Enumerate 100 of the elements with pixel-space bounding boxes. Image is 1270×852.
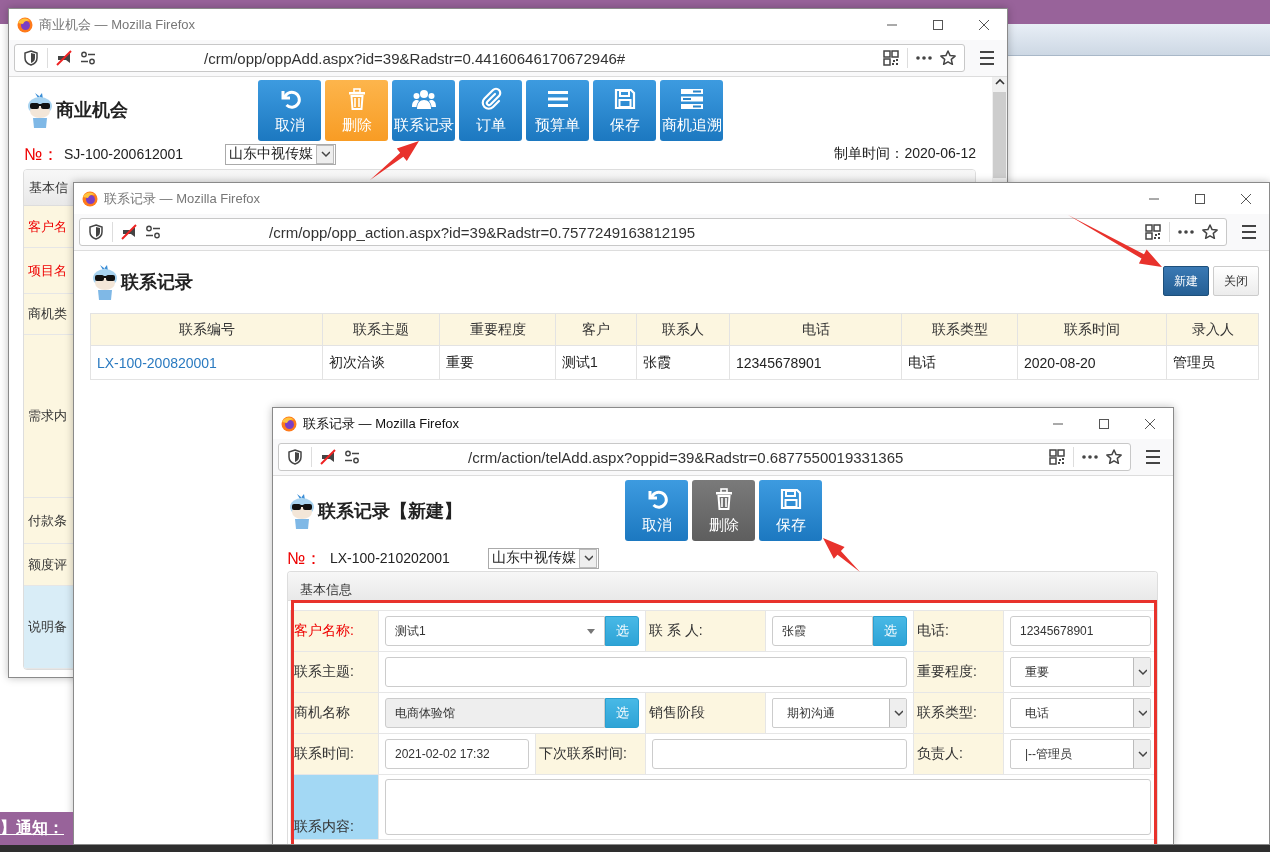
window-title: 商业机会 — Mozilla Firefox <box>39 15 197 34</box>
field-label: 额度评 <box>24 544 73 585</box>
field-label: 商机名称 <box>290 692 379 734</box>
table-cell: 初次洽谈 <box>322 345 440 380</box>
mascot-icon <box>287 492 317 530</box>
menu-icon[interactable] <box>1241 224 1257 240</box>
shield-icon <box>23 50 39 66</box>
close-icon[interactable] <box>1240 192 1252 205</box>
record-number: LX-100-210202001 <box>330 550 451 566</box>
text-field: 电商体验馆 <box>385 698 605 728</box>
close-icon[interactable] <box>1144 417 1156 430</box>
toolbar-button[interactable]: 保存 <box>593 80 656 141</box>
bookmark-star-icon[interactable] <box>1106 449 1122 465</box>
mascot-icon <box>25 91 55 129</box>
table-cell: 重要 <box>439 345 556 380</box>
menu-icon[interactable] <box>979 50 995 66</box>
scrollbar-thumb[interactable] <box>993 92 1006 178</box>
record-number: SJ-100-200612001 <box>64 146 185 162</box>
address-bar[interactable]: /crm/opp/opp_action.aspx?id=39&Radstr=0.7577249163812195 <box>79 218 1227 246</box>
blocked-media-icon <box>121 224 137 240</box>
close-icon[interactable] <box>978 18 990 31</box>
toolbar-button[interactable]: 订单 <box>459 80 522 141</box>
text-field[interactable] <box>385 657 907 687</box>
company-dropdown[interactable]: 山东中视传媒 <box>225 143 336 165</box>
company-dropdown[interactable]: 山东中视传媒 <box>488 547 599 569</box>
field-label: 电话: <box>913 610 1004 652</box>
dropdown[interactable]: 期初沟通 <box>772 698 907 728</box>
menu-icon[interactable] <box>1145 449 1161 465</box>
bookmark-star-icon[interactable] <box>1202 224 1218 240</box>
qr-code-icon[interactable] <box>1049 449 1065 465</box>
table-cell: 管理员 <box>1166 345 1259 380</box>
dropdown[interactable]: 电话 <box>1010 698 1151 728</box>
shield-icon <box>287 449 303 465</box>
field-label: 销售阶段 <box>645 692 766 734</box>
more-icon[interactable] <box>1082 453 1098 461</box>
table-cell: 12345678901 <box>729 345 902 380</box>
toolbar-button[interactable]: 删除 <box>692 480 755 541</box>
arrow-annotation <box>823 538 860 572</box>
column-header: 客户 <box>555 313 637 346</box>
table-cell: 2020-08-20 <box>1017 345 1167 380</box>
maximize-icon[interactable] <box>1098 417 1110 430</box>
dropdown[interactable]: |--管理员 <box>1010 739 1151 769</box>
caret-icon <box>1137 667 1147 677</box>
toolbar-button[interactable]: 预算单 <box>526 80 589 141</box>
permissions-icon <box>80 50 96 66</box>
address-bar[interactable]: /crm/opp/oppAdd.aspx?id=39&Radstr=0.44160646170672946# <box>14 44 965 72</box>
panel-title: 基本信 <box>29 180 68 195</box>
qr-code-icon[interactable] <box>1145 224 1161 240</box>
text-field[interactable]: 2021-02-02 17:32 <box>385 739 529 769</box>
panel-title: 基本信息 <box>288 572 1157 601</box>
dropdown[interactable]: 重要 <box>1010 657 1151 687</box>
browser-logo-icon <box>17 16 33 33</box>
maximize-icon[interactable] <box>932 18 944 31</box>
permissions-icon <box>145 224 161 240</box>
column-header: 联系编号 <box>90 313 323 346</box>
scrollbar[interactable] <box>992 77 1007 181</box>
text-field[interactable]: 张霞 <box>772 616 873 646</box>
arrow-annotation <box>370 141 419 180</box>
toolbar-button[interactable]: 保存 <box>759 480 822 541</box>
toolbar-button[interactable]: 商机追溯 <box>660 80 723 141</box>
caret-icon <box>1137 708 1147 718</box>
shield-icon <box>88 224 104 240</box>
field-label: 重要程度: <box>913 651 1004 693</box>
field-label: 项目名 <box>24 248 73 293</box>
field-label: 下次联系时间: <box>535 733 646 775</box>
browser-logo-icon <box>281 415 297 432</box>
caret-icon <box>893 708 903 718</box>
address-bar[interactable]: /crm/action/telAdd.aspx?oppid=39&Radstr=0.6877550019331365 <box>278 443 1131 471</box>
toolbar-button[interactable]: 取消 <box>258 80 321 141</box>
browser-logo-icon <box>82 190 98 207</box>
toolbar-button[interactable]: 联系记录 <box>392 80 455 141</box>
column-header: 录入人 <box>1166 313 1259 346</box>
maximize-icon[interactable] <box>1194 192 1206 205</box>
number-label: №： <box>287 547 324 570</box>
qr-code-icon[interactable] <box>883 50 899 66</box>
combo-field[interactable]: 测试1 <box>385 616 605 646</box>
more-icon[interactable] <box>916 54 932 62</box>
bookmark-star-icon[interactable] <box>940 50 956 66</box>
window-title: 联系记录 — Mozilla Firefox <box>303 414 461 433</box>
window-title: 联系记录 — Mozilla Firefox <box>104 189 262 208</box>
field-label: 客户名称: <box>290 610 379 652</box>
column-header: 联系时间 <box>1017 313 1167 346</box>
text-field[interactable]: 12345678901 <box>1010 616 1151 646</box>
notice-text[interactable]: 】通知： <box>0 818 64 839</box>
more-icon[interactable] <box>1178 228 1194 236</box>
text-field[interactable] <box>652 739 907 769</box>
field-label: 联系类型: <box>913 692 1004 734</box>
field-label: 说明备 <box>24 586 73 668</box>
field-label: 付款条 <box>24 498 73 543</box>
blocked-media-icon <box>320 449 336 465</box>
field-label: 联 系 人: <box>645 610 766 652</box>
table-cell: 张霞 <box>636 345 730 380</box>
toolbar-button[interactable]: 取消 <box>625 480 688 541</box>
column-header: 电话 <box>729 313 902 346</box>
page-title: 联系记录 <box>121 271 193 294</box>
save-icon <box>612 86 637 111</box>
field-label: 商机类 <box>24 294 73 334</box>
toolbar-button[interactable]: 关闭 <box>1213 266 1259 296</box>
toolbar-button[interactable]: 新建 <box>1163 266 1209 296</box>
table-cell: 电话 <box>901 345 1018 380</box>
